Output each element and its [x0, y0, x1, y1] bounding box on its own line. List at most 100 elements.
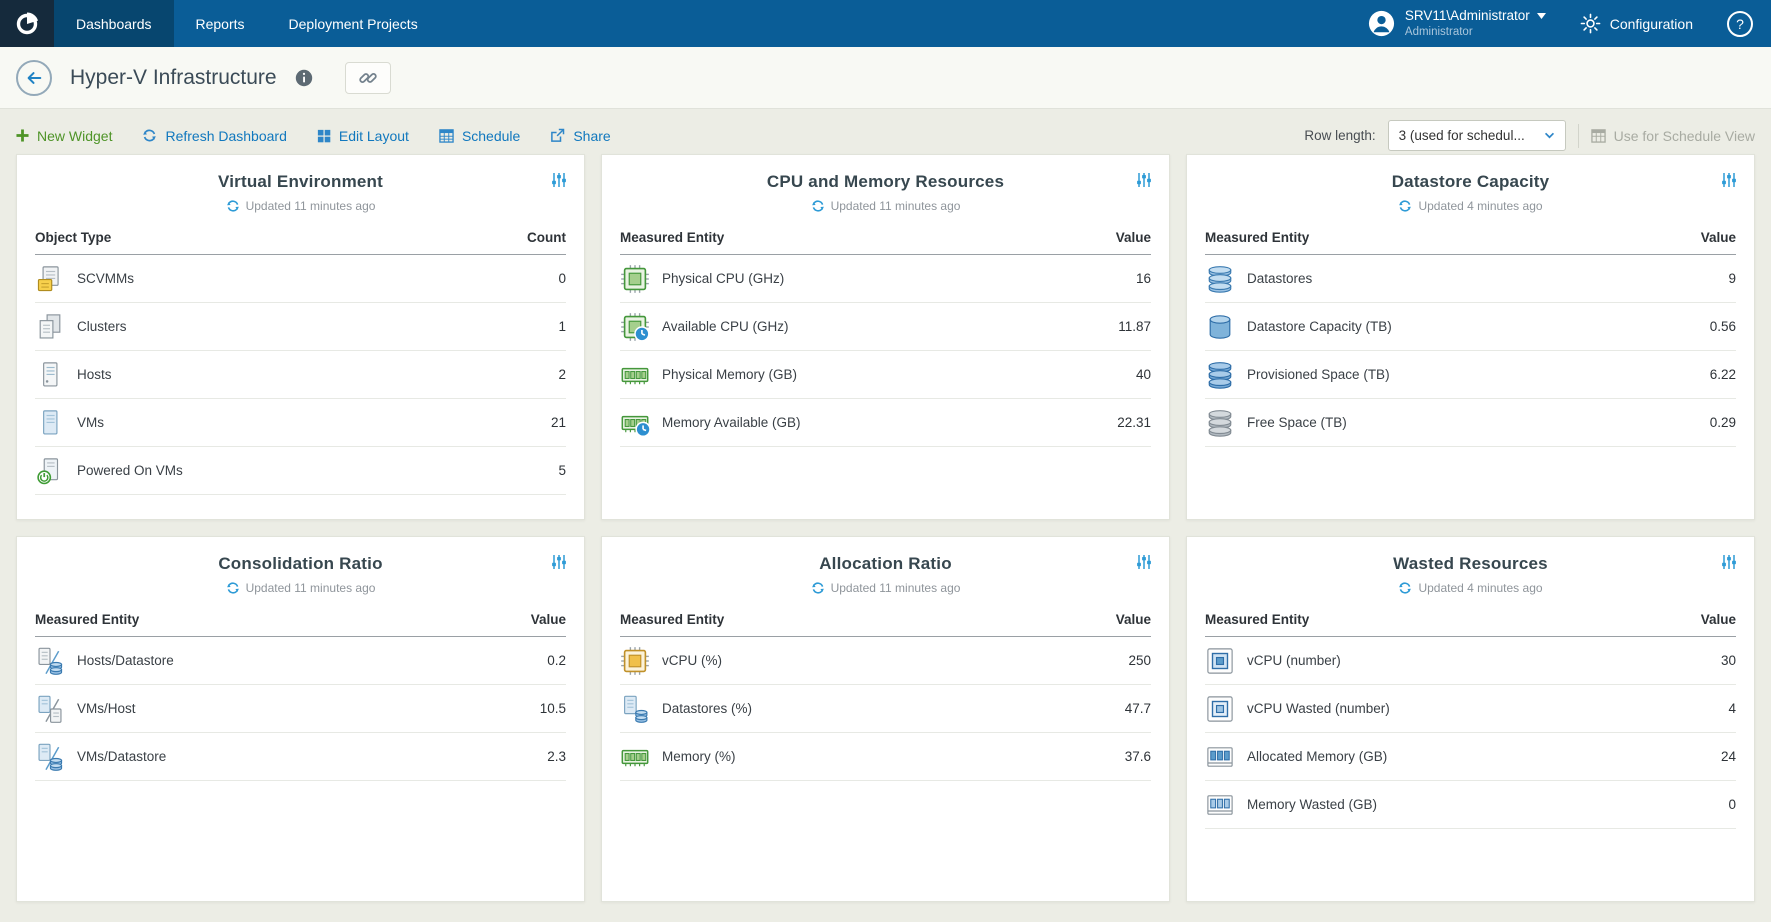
edit-layout-button[interactable]: Edit Layout: [317, 128, 409, 144]
widget-settings-icon[interactable]: [1721, 554, 1737, 570]
toolbar-actions: New Widget Refresh Dashboard Edit Layout…: [16, 128, 611, 144]
table-row[interactable]: Datastores 9: [1205, 255, 1736, 303]
updated-text: Updated 4 minutes ago: [1418, 199, 1543, 213]
table-row[interactable]: Clusters 1: [35, 303, 566, 351]
physical-memory-icon: [620, 360, 650, 390]
row-value: 30: [1720, 653, 1736, 668]
help-label: ?: [1736, 15, 1744, 32]
configuration-button[interactable]: Configuration: [1580, 13, 1693, 34]
physical-cpu-icon: [620, 264, 650, 294]
table-row[interactable]: vCPU Wasted (number) 4: [1205, 685, 1736, 733]
row-label: Provisioned Space (TB): [1247, 367, 1390, 382]
available-cpu-icon: [620, 312, 650, 342]
table-body: SCVMMs 0 Clusters 1 Hosts 2 VMs 21 Powered On VM…: [35, 255, 566, 495]
info-icon[interactable]: [295, 69, 313, 87]
widget-settings-icon[interactable]: [551, 554, 567, 570]
widget-grid: Virtual Environment Updated 11 minutes a…: [0, 154, 1771, 902]
widget-allocation-ratio: Allocation Ratio Updated 11 minutes ago …: [601, 536, 1170, 902]
use-for-schedule-view-button[interactable]: Use for Schedule View: [1590, 128, 1755, 144]
widget-settings-icon[interactable]: [1136, 554, 1152, 570]
refresh-icon: [1398, 199, 1412, 213]
row-label: Allocated Memory (GB): [1247, 749, 1388, 764]
table-row[interactable]: Hosts 2: [35, 351, 566, 399]
column-value: Value: [1115, 230, 1151, 245]
table-row[interactable]: VMs 21: [35, 399, 566, 447]
table-body: vCPU (%) 250 Datastores (%) 47.7 Memory (%) 3…: [620, 637, 1151, 781]
table-row[interactable]: vCPU (number) 30: [1205, 637, 1736, 685]
row-value: 11.87: [1118, 319, 1151, 334]
widget-consolidation-ratio: Consolidation Ratio Updated 11 minutes a…: [16, 536, 585, 902]
page-header: Hyper-V Infrastructure: [0, 47, 1771, 109]
page-title: Hyper-V Infrastructure: [70, 65, 277, 89]
app-logo[interactable]: [0, 0, 54, 47]
table-row[interactable]: Datastores (%) 47.7: [620, 685, 1151, 733]
table-header: Object Type Count: [35, 230, 566, 255]
row-value: 250: [1128, 653, 1151, 668]
widget-settings-icon[interactable]: [1721, 172, 1737, 188]
row-value: 2: [558, 367, 566, 382]
table-row[interactable]: Free Space (TB) 0.29: [1205, 399, 1736, 447]
new-widget-button[interactable]: New Widget: [16, 128, 112, 144]
table-row[interactable]: VMs/Host 10.5: [35, 685, 566, 733]
row-label: Datastores (%): [662, 701, 753, 716]
table-row[interactable]: Physical CPU (GHz) 16: [620, 255, 1151, 303]
table-row[interactable]: Available CPU (GHz) 11.87: [620, 303, 1151, 351]
widget-settings-icon[interactable]: [551, 172, 567, 188]
refresh-icon: [811, 199, 825, 213]
table-row[interactable]: vCPU (%) 250: [620, 637, 1151, 685]
row-value: 21: [550, 415, 566, 430]
table-row[interactable]: Memory (%) 37.6: [620, 733, 1151, 781]
clusters-icon: [35, 312, 65, 342]
copy-link-button[interactable]: [344, 61, 391, 94]
scvmm-icon: [35, 264, 65, 294]
table-row[interactable]: Physical Memory (GB) 40: [620, 351, 1151, 399]
help-button[interactable]: ?: [1727, 10, 1753, 37]
vms-per-host-icon: [35, 694, 65, 724]
vcpu-number-icon: [1205, 646, 1235, 676]
table-row[interactable]: Allocated Memory (GB) 24: [1205, 733, 1736, 781]
vcpu-percent-icon: [620, 646, 650, 676]
row-label: Clusters: [77, 319, 127, 334]
table-row[interactable]: Datastore Capacity (TB) 0.56: [1205, 303, 1736, 351]
widget-virtual-environment: Virtual Environment Updated 11 minutes a…: [16, 154, 585, 520]
datastore-capacity-icon: [1205, 312, 1235, 342]
share-button[interactable]: Share: [550, 128, 611, 144]
column-value: Count: [527, 230, 566, 245]
table-row[interactable]: SCVMMs 0: [35, 255, 566, 303]
back-button[interactable]: [16, 59, 52, 96]
row-value: 0.2: [547, 653, 566, 668]
row-label: vCPU (number): [1247, 653, 1341, 668]
widget-title: Consolidation Ratio: [218, 554, 383, 573]
table-row[interactable]: Memory Wasted (GB) 0: [1205, 781, 1736, 829]
memory-available-icon: [620, 408, 650, 438]
schedule-button[interactable]: Schedule: [439, 128, 520, 144]
table-row[interactable]: Hosts/Datastore 0.2: [35, 637, 566, 685]
refresh-icon: [811, 581, 825, 595]
tab-dashboards[interactable]: Dashboards: [54, 0, 174, 47]
row-length-select[interactable]: 3 (used for schedul...: [1387, 120, 1566, 151]
tab-reports[interactable]: Reports: [174, 0, 267, 47]
table-body: Datastores 9 Datastore Capacity (TB) 0.56 Pr…: [1205, 255, 1736, 447]
row-label: Hosts: [77, 367, 112, 382]
hosts-per-datastore-icon: [35, 646, 65, 676]
updated-text: Updated 11 minutes ago: [245, 581, 376, 595]
column-value: Value: [1700, 612, 1736, 627]
row-value: 5: [558, 463, 566, 478]
row-length-label: Row length:: [1304, 128, 1376, 143]
widget-updated: Updated 11 minutes ago: [620, 581, 1151, 595]
row-label: Datastore Capacity (TB): [1247, 319, 1392, 334]
tab-deployment-projects[interactable]: Deployment Projects: [267, 0, 440, 47]
arrow-left-icon: [27, 71, 42, 84]
user-menu[interactable]: SRV11\Administrator Administrator: [1367, 8, 1546, 39]
widget-settings-icon[interactable]: [1136, 172, 1152, 188]
table-row[interactable]: VMs/Datastore 2.3: [35, 733, 566, 781]
table-row[interactable]: Memory Available (GB) 22.31: [620, 399, 1151, 447]
table-row[interactable]: Provisioned Space (TB) 6.22: [1205, 351, 1736, 399]
table-row[interactable]: Powered On VMs 5: [35, 447, 566, 495]
row-value: 40: [1135, 367, 1151, 382]
row-label: Powered On VMs: [77, 463, 183, 478]
memory-percent-icon: [620, 742, 650, 772]
widget-updated: Updated 4 minutes ago: [1205, 199, 1736, 213]
refresh-dashboard-button[interactable]: Refresh Dashboard: [142, 128, 287, 144]
column-entity: Measured Entity: [620, 612, 725, 627]
